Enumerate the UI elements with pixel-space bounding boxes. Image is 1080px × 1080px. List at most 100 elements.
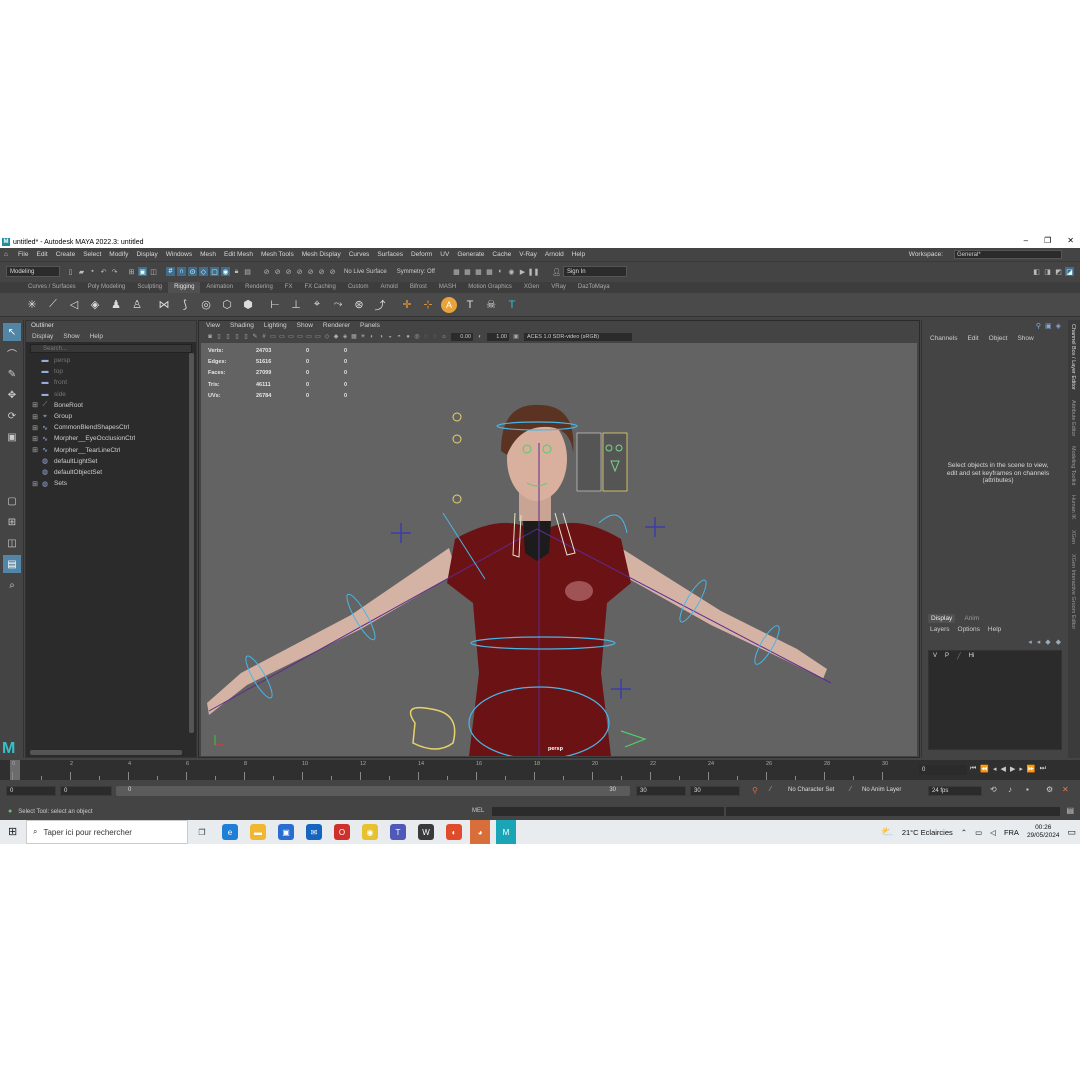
daz-studio-icon[interactable]: ◐ [446, 824, 462, 840]
side-tab-channel-box[interactable]: Channel Box / Layer Editor [1070, 324, 1076, 390]
menu-curves[interactable]: Curves [349, 251, 370, 258]
create-joints-icon[interactable]: ✳ [24, 297, 40, 313]
vp-menu-view[interactable]: View [206, 321, 220, 331]
film-gate-icon[interactable]: ▭ [269, 333, 277, 341]
select-hierarchy-icon[interactable]: ⊞ [127, 267, 136, 276]
animation-end-field[interactable]: 30 [690, 786, 740, 796]
outliner-item[interactable]: ▬ side [26, 389, 196, 400]
field-chart-icon[interactable]: ▭ [296, 333, 304, 341]
color-management-icon[interactable]: ▣ [512, 333, 520, 341]
add-locator-icon[interactable]: ✛ [399, 297, 415, 313]
layer-name[interactable]: Hi [969, 653, 975, 659]
outliner-menu-show[interactable]: Show [63, 331, 79, 342]
outliner-item[interactable]: ▬ persp [26, 355, 196, 366]
shelf-tab-vray[interactable]: VRay [545, 282, 572, 293]
orient-joint-icon[interactable]: ◈ [87, 297, 103, 313]
camera-lock-icon[interactable]: ▯ [215, 333, 223, 341]
image-plane-icon[interactable]: ▯ [233, 333, 241, 341]
scale-tool-icon[interactable]: ▣ [3, 428, 21, 446]
channel-box-icon[interactable]: ◪ [1065, 267, 1074, 276]
new-scene-icon[interactable]: ▯ [66, 267, 75, 276]
notifications-icon[interactable]: ▭ [1067, 827, 1076, 838]
expand-icon[interactable]: ⊞ [26, 424, 40, 432]
fps-dropdown[interactable]: 24 fps [928, 786, 982, 796]
select-object-icon[interactable]: ▣ [138, 267, 147, 276]
grease-pencil-icon[interactable]: ✎ [251, 333, 259, 341]
outliner-item[interactable]: ⊞ ⌖ Group [26, 411, 196, 422]
render-frame-icon[interactable]: ▦ [463, 267, 472, 276]
t-pose-icon[interactable]: T [462, 297, 478, 313]
snap-point-icon[interactable]: ⊙ [188, 267, 197, 276]
symmetry-label[interactable]: Symmetry: Off [397, 269, 435, 275]
hypershade-window-icon[interactable]: ◐ [496, 267, 505, 276]
expand-icon[interactable]: ⊞ [26, 413, 40, 421]
arnold-icon[interactable]: A [441, 296, 457, 313]
exposure-icon[interactable]: ☼ [440, 333, 448, 341]
edge-icon[interactable]: e [222, 824, 238, 840]
lasso-tool-icon[interactable]: ⌒ [3, 344, 21, 362]
shadows-icon[interactable]: ◐ [368, 333, 376, 341]
outliner-scrollbar[interactable] [189, 353, 194, 733]
outliner-search-input[interactable]: Search... [30, 344, 192, 353]
bind-skin-icon[interactable]: ◎ [198, 297, 214, 313]
outliner-item[interactable]: ⊞ ∿ Morpher__EyeOcclusionCtrl [26, 433, 196, 444]
cb-float-icon[interactable]: ▣ [1045, 322, 1052, 330]
expand-icon[interactable]: ⊞ [26, 435, 40, 443]
attribute-editor-icon[interactable]: ◨ [1043, 267, 1052, 276]
vray-render-icon[interactable]: ▶ [518, 267, 527, 276]
windows-start-icon[interactable]: ⊞ [8, 825, 17, 838]
layer-menu-help[interactable]: Help [988, 626, 1001, 633]
cb-dock-icon[interactable]: ⚲ [1036, 322, 1041, 330]
menu-edit-mesh[interactable]: Edit Mesh [224, 251, 253, 258]
layer-tab-anim[interactable]: Anim [961, 614, 982, 623]
snap-view-plane-icon[interactable]: ◇ [199, 267, 208, 276]
step-forward-frame-icon[interactable]: ▸ [1019, 765, 1023, 773]
go-to-start-icon[interactable]: ⏮ [970, 765, 976, 773]
cb-menu-object[interactable]: Object [989, 332, 1008, 346]
side-tab-attribute-editor[interactable]: Attribute Editor [1070, 400, 1076, 436]
task-view-icon[interactable]: ❐ [194, 824, 210, 840]
menu-vray[interactable]: V-Ray [519, 251, 537, 258]
rotate-tool-icon[interactable]: ⟳ [3, 407, 21, 425]
save-scene-icon[interactable]: ▪ [88, 267, 97, 276]
joint-tool-icon[interactable]: ⊹ [420, 297, 436, 313]
resolution-gate-icon[interactable]: ▭ [278, 333, 286, 341]
play-forward-icon[interactable]: ▶ [1010, 765, 1015, 773]
clock[interactable]: 00:26 29/05/2024 [1027, 824, 1060, 840]
bookmark-icon[interactable]: ▯ [224, 333, 232, 341]
character-set-dropdown[interactable]: No Character Set [788, 787, 834, 793]
layer-row[interactable]: V P ╱ Hi [929, 651, 1061, 661]
aim-constraint-icon[interactable]: ⤳ [330, 297, 346, 313]
bookmark-icon[interactable]: ▪ [1026, 785, 1029, 794]
taskbar-search[interactable]: ⌕ Taper ici pour rechercher [26, 820, 188, 844]
layer-menu-options[interactable]: Options [958, 626, 980, 633]
minimize-icon[interactable]: – [1024, 236, 1028, 245]
cb-menu-channels[interactable]: Channels [930, 332, 957, 346]
anim-layer-icon[interactable]: ⁄ [850, 786, 851, 793]
shelf-tab-rendering[interactable]: Rendering [239, 282, 279, 293]
shelf-tab-animation[interactable]: Animation [200, 282, 239, 293]
textured-icon[interactable]: ▦ [350, 333, 358, 341]
side-tab-xgen[interactable]: XGen [1070, 530, 1076, 544]
snap-live-icon[interactable]: ◉ [221, 267, 230, 276]
3d-viewport[interactable]: Verts: 24703 0 0 Edges: 51616 0 0 Faces: 27099 0 0 T… [201, 343, 917, 756]
wireframe-icon[interactable]: ◇ [323, 333, 331, 341]
teams-icon[interactable]: T [390, 824, 406, 840]
anim-layer-dropdown[interactable]: No Anim Layer [862, 787, 901, 793]
outliner-item[interactable]: ▬ front [26, 377, 196, 388]
wordpad-icon[interactable]: W [418, 824, 434, 840]
point-constraint-icon[interactable]: ⌖ [309, 297, 325, 313]
shelf-tab-mash[interactable]: MASH [433, 282, 462, 293]
sign-in-dropdown[interactable]: Sign In [562, 266, 627, 277]
mel-label[interactable]: MEL [472, 808, 484, 814]
shelf-tab-poly-modeling[interactable]: Poly Modeling [82, 282, 132, 293]
outliner-item[interactable]: ◍ defaultObjectSet [26, 467, 196, 478]
quick-rig-icon[interactable]: ♟ [108, 297, 124, 313]
outliner-hscrollbar[interactable] [30, 750, 182, 755]
playback-start-field[interactable]: 0 [60, 786, 112, 796]
outliner-item[interactable]: ⊞ ∿ CommonBlendShapesCtrl [26, 422, 196, 433]
render-view-icon[interactable]: ▦ [452, 267, 461, 276]
orient-constraint-icon[interactable]: ⊛ [351, 297, 367, 313]
mail-icon[interactable]: ✉ [306, 824, 322, 840]
daz-figure-icon[interactable]: T [504, 297, 520, 313]
